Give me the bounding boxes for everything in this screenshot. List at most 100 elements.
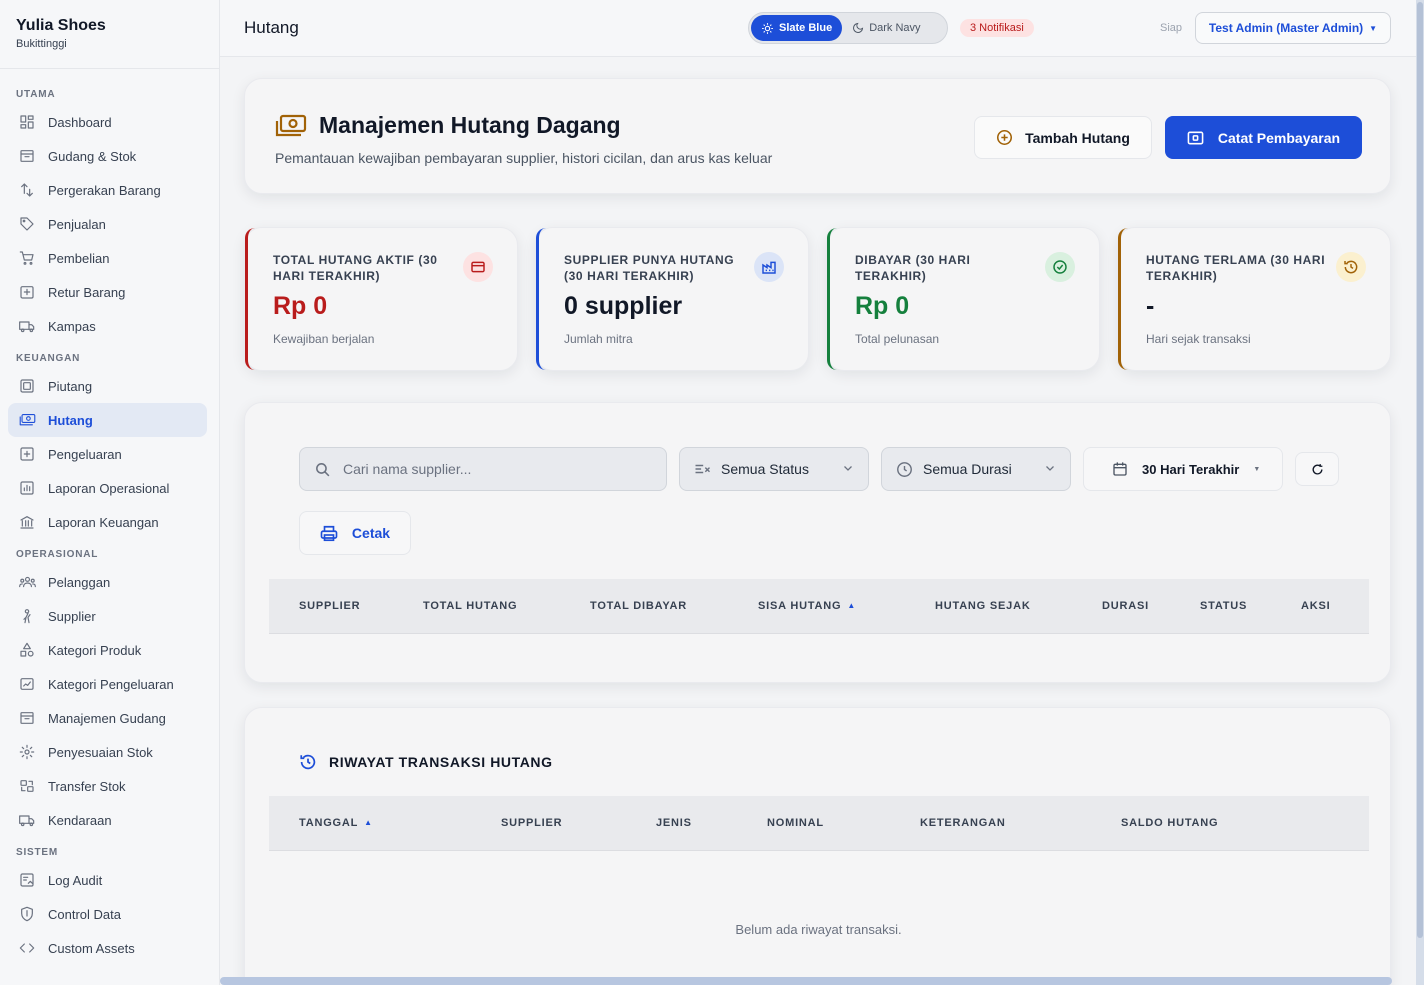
user-menu-button[interactable]: Test Admin (Master Admin) ▼ xyxy=(1195,12,1391,44)
caret-down-icon: ▼ xyxy=(1253,465,1261,473)
add-debt-label: Tambah Hutang xyxy=(1025,129,1130,146)
column-header-jenis[interactable]: JENIS xyxy=(656,817,692,829)
date-range-select[interactable]: 30 Hari Terakhir ▼ xyxy=(1083,447,1283,491)
stat-card: HUTANG TERLAMA (30 HARI TERAKHIR) - Hari… xyxy=(1117,227,1391,371)
sidebar-section-title: SISTEM xyxy=(16,847,59,858)
sidebar-item-manajemen-gudang[interactable]: Manajemen Gudang xyxy=(8,701,207,735)
chevron-down-icon xyxy=(842,461,854,477)
warehouse-icon xyxy=(18,709,36,727)
sidebar-item-control-data[interactable]: Control Data xyxy=(8,897,207,931)
sun-icon xyxy=(762,22,773,34)
theme-dark-navy-button[interactable]: Dark Navy xyxy=(842,15,930,41)
column-header-nominal[interactable]: NOMINAL xyxy=(767,817,824,829)
moon-icon xyxy=(853,22,864,33)
column-header-total-dibayar[interactable]: TOTAL DIBAYAR xyxy=(590,600,687,612)
duration-filter-select[interactable]: Semua Durasi xyxy=(881,447,1071,491)
sidebar-item-laporan-keuangan[interactable]: Laporan Keuangan xyxy=(8,505,207,539)
return-icon xyxy=(18,283,36,301)
sidebar-item-gudang-stok[interactable]: Gudang & Stok xyxy=(8,139,207,173)
sidebar-item-kampas[interactable]: Kampas xyxy=(8,309,207,343)
stat-accent-bar xyxy=(1118,228,1128,370)
sidebar-item-retur-barang[interactable]: Retur Barang xyxy=(8,275,207,309)
sidebar-item-pergerakan-barang[interactable]: Pergerakan Barang xyxy=(8,173,207,207)
sidebar-item-custom-assets[interactable]: Custom Assets xyxy=(8,931,207,965)
audit-icon xyxy=(18,871,36,889)
column-header-keterangan[interactable]: KETERANGAN xyxy=(920,817,1006,829)
debt-table-header: SUPPLIER TOTAL HUTANG TOTAL DIBAYAR SISA HU… xyxy=(269,579,1369,634)
sort-ascending-icon: ▲ xyxy=(847,601,857,610)
sidebar-item-label: Control Data xyxy=(48,906,121,922)
sidebar-item-label: Penjualan xyxy=(48,216,106,232)
column-header-supplier[interactable]: SUPPLIER xyxy=(299,600,360,612)
theme-slate-blue-button[interactable]: Slate Blue xyxy=(751,15,843,41)
hero-title: Manajemen Hutang Dagang xyxy=(275,112,621,139)
sort-ascending-icon: ▲ xyxy=(364,818,373,827)
supplier-search-input[interactable]: Cari nama supplier... xyxy=(299,447,667,491)
status-text: Siap xyxy=(1160,22,1183,34)
refresh-button[interactable] xyxy=(1295,452,1339,486)
record-payment-button[interactable]: Catat Pembayaran xyxy=(1165,116,1362,159)
search-placeholder: Cari nama supplier... xyxy=(343,461,472,477)
receivable-icon xyxy=(18,377,36,395)
add-debt-button[interactable]: Tambah Hutang xyxy=(974,116,1152,159)
sidebar-item-hutang[interactable]: Hutang xyxy=(8,403,207,437)
column-header-total-hutang[interactable]: TOTAL HUTANG xyxy=(423,600,517,612)
column-header-saldo-hutang[interactable]: SALDO HUTANG xyxy=(1121,817,1218,829)
column-header-sisa-hutang[interactable]: SISA HUTANG ▲ xyxy=(758,600,856,612)
hero-card: Manajemen Hutang Dagang Pemantauan kewaj… xyxy=(244,78,1391,194)
stat-label: TOTAL HUTANG AKTIF (30 HARI TERAKHIR) xyxy=(273,253,438,283)
stat-accent-bar xyxy=(536,228,546,370)
printer-icon xyxy=(320,525,338,541)
sidebar-item-penjualan[interactable]: Penjualan xyxy=(8,207,207,241)
history-empty-message: Belum ada riwayat transaksi. xyxy=(735,922,902,937)
horizontal-scrollbar[interactable] xyxy=(220,977,1392,985)
warehouse-icon xyxy=(18,147,36,165)
sidebar-item-label: Kendaraan xyxy=(48,812,112,828)
status-filter-select[interactable]: Semua Status xyxy=(679,447,869,491)
tag-icon xyxy=(18,215,36,233)
search-icon xyxy=(316,462,330,476)
sidebar-item-label: Pembelian xyxy=(48,250,110,266)
sidebar-item-laporan-operasional[interactable]: Laporan Operasional xyxy=(8,471,207,505)
swap-icon xyxy=(18,777,36,795)
hero-title-text: Manajemen Hutang Dagang xyxy=(319,112,621,138)
sidebar-item-pelanggan[interactable]: Pelanggan xyxy=(8,565,207,599)
expense-icon xyxy=(18,445,36,463)
sidebar-item-kategori-pengeluaran[interactable]: Kategori Pengeluaran xyxy=(8,667,207,701)
cart-icon xyxy=(18,249,36,267)
history-icon xyxy=(300,754,316,770)
stat-card: TOTAL HUTANG AKTIF (30 HARI TERAKHIR) Rp… xyxy=(244,227,518,371)
filter-icon xyxy=(695,464,710,474)
stat-accent-bar xyxy=(245,228,255,370)
sidebar-item-label: Pelanggan xyxy=(48,574,111,590)
column-header-hutang-sejak[interactable]: HUTANG SEJAK xyxy=(935,600,1031,612)
sidebar-item-pengeluaran[interactable]: Pengeluaran xyxy=(8,437,207,471)
sidebar-item-label: Manajemen Gudang xyxy=(48,710,166,726)
app-frame: Yulia Shoes Bukittinggi UTAMA Dashboard Gu… xyxy=(0,0,1416,985)
sidebar-item-kendaraan[interactable]: Kendaraan xyxy=(8,803,207,837)
sidebar-item-penyesuaian-stok[interactable]: Penyesuaian Stok xyxy=(8,735,207,769)
vertical-scrollbar-thumb[interactable] xyxy=(1417,2,1423,938)
sidebar-item-transfer-stok[interactable]: Transfer Stok xyxy=(8,769,207,803)
brand: Yulia Shoes Bukittinggi xyxy=(0,0,219,69)
sidebar-item-dashboard[interactable]: Dashboard xyxy=(8,105,207,139)
column-header-tanggal[interactable]: TANGGAL ▲ xyxy=(299,817,373,829)
sidebar-item-piutang[interactable]: Piutang xyxy=(8,369,207,403)
print-button[interactable]: Cetak xyxy=(299,511,411,555)
column-header-aksi[interactable]: AKSI xyxy=(1301,600,1330,612)
theme-dark-label: Dark Navy xyxy=(869,22,921,34)
column-header-supplier[interactable]: SUPPLIER xyxy=(501,817,562,829)
notification-badge[interactable]: 3 Notifikasi xyxy=(960,19,1034,37)
sidebar-item-supplier[interactable]: Supplier xyxy=(8,599,207,633)
topbar: Hutang Slate Blue Dark Navy 3 Notifikasi… xyxy=(220,0,1416,57)
sidebar-item-pembelian[interactable]: Pembelian xyxy=(8,241,207,275)
column-header-status[interactable]: STATUS xyxy=(1200,600,1247,612)
stat-label: HUTANG TERLAMA (30 HARI TERAKHIR) xyxy=(1146,253,1326,283)
brand-name: Yulia Shoes xyxy=(16,17,106,34)
column-header-durasi[interactable]: DURASI xyxy=(1102,600,1149,612)
sidebar-item-label: Laporan Keuangan xyxy=(48,514,159,530)
sidebar-item-kategori-produk[interactable]: Kategori Produk xyxy=(8,633,207,667)
stat-value: Rp 0 xyxy=(273,292,328,320)
sidebar-item-log-audit[interactable]: Log Audit xyxy=(8,863,207,897)
sidebar-item-label: Piutang xyxy=(48,378,93,394)
